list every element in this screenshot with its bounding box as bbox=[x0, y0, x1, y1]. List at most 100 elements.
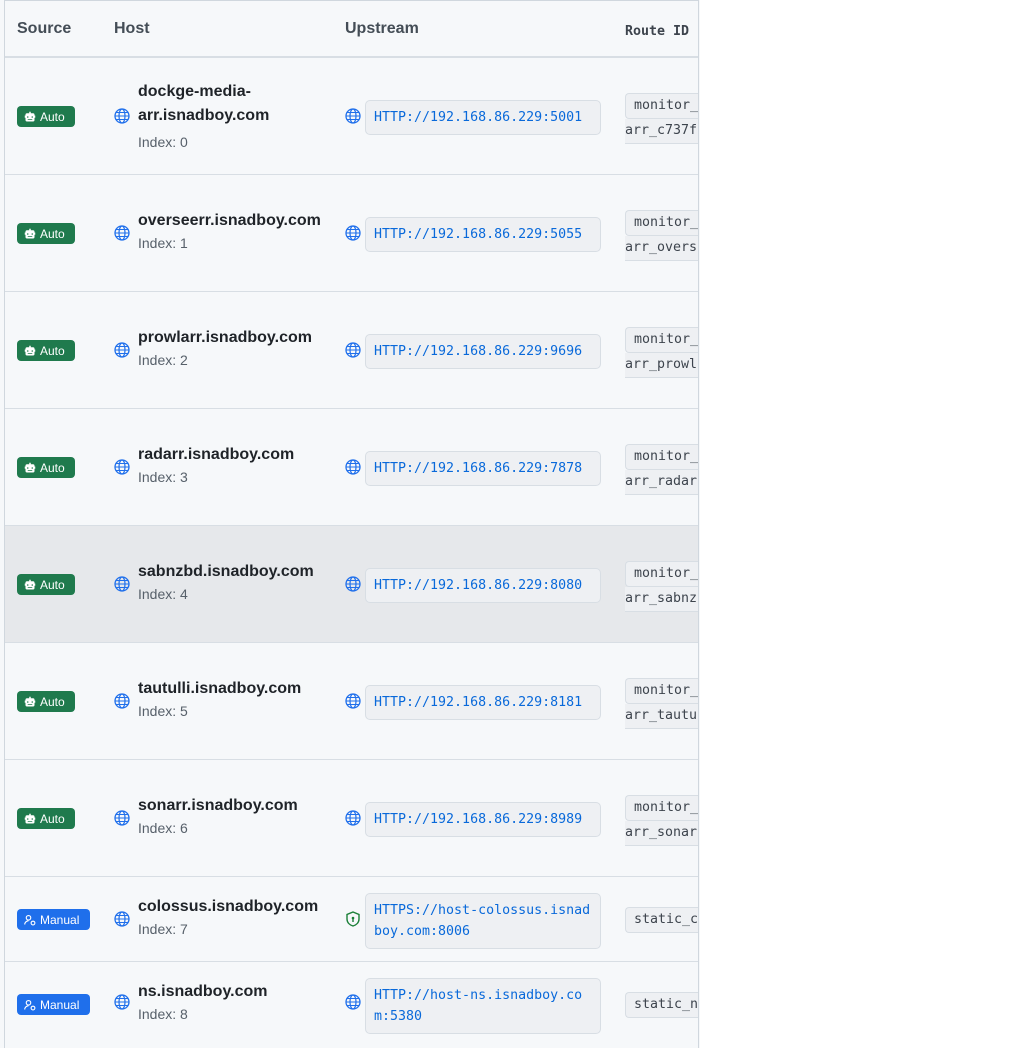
host-name-line: tautulli.isnadboy.com bbox=[138, 680, 302, 697]
column-header-upstream[interactable]: Upstream bbox=[345, 20, 419, 38]
globe-icon bbox=[345, 810, 361, 826]
robot-icon bbox=[24, 228, 36, 238]
route-id: monitor_ arr_sonar bbox=[625, 795, 698, 846]
route-id-line: arr_overs bbox=[625, 236, 698, 261]
shield-icon bbox=[346, 911, 360, 927]
host-index: Index: 0 bbox=[138, 134, 188, 150]
globe-icon bbox=[345, 225, 361, 241]
table-row[interactable]: Auto radarr.isnadboy.com Index: 3 HTTP:/… bbox=[5, 409, 698, 526]
source-badge-auto: Auto bbox=[17, 340, 75, 361]
host-name-line: radarr.isnadboy.com bbox=[138, 446, 295, 463]
globe-icon bbox=[114, 994, 130, 1010]
route-id-line: arr_sabnz bbox=[625, 587, 698, 612]
globe-icon bbox=[114, 576, 130, 592]
route-id-line: monitor_ bbox=[625, 795, 698, 821]
badge-label: Auto bbox=[40, 109, 65, 124]
empty-area bbox=[700, 0, 1028, 1048]
route-id: monitor_ arr_prowl bbox=[625, 327, 698, 378]
globe-icon bbox=[114, 108, 130, 124]
host-name-line: ns.isnadboy.com bbox=[138, 983, 268, 1000]
host-name: tautulli.isnadboy.com Index: 5 bbox=[138, 677, 328, 721]
host-name: sonarr.isnadboy.com Index: 6 bbox=[138, 794, 328, 838]
route-id-line: monitor_ bbox=[625, 561, 698, 587]
host-name: sabnzbd.isnadboy.com Index: 4 bbox=[138, 560, 328, 604]
globe-icon bbox=[114, 911, 130, 927]
table-row[interactable]: Auto tautulli.isnadboy.com Index: 5 HTTP… bbox=[5, 643, 698, 760]
route-id-line: arr_radar bbox=[625, 470, 698, 495]
host-index: Index: 2 bbox=[138, 352, 188, 368]
globe-icon bbox=[345, 459, 361, 475]
column-header-route-id[interactable]: Route ID bbox=[625, 20, 689, 44]
badge-label: Auto bbox=[40, 577, 65, 592]
badge-label: Manual bbox=[40, 912, 80, 927]
route-id-line: monitor_ bbox=[625, 210, 698, 236]
host-name-line: prowlarr.isnadboy.com bbox=[138, 329, 312, 346]
upstream-url[interactable]: HTTP://192.168.86.229:8989 bbox=[365, 802, 601, 837]
table-row[interactable]: Auto dockge-media- arr.isnadboy.com Inde… bbox=[5, 58, 698, 175]
host-name-line: sonarr.isnadboy.com bbox=[138, 797, 298, 814]
table-row[interactable]: Auto overseerr.isnadboy.com Index: 1 HTT… bbox=[5, 175, 698, 292]
globe-icon bbox=[114, 225, 130, 241]
host-name-line: dockge-media- bbox=[138, 83, 251, 100]
column-header-host[interactable]: Host bbox=[114, 20, 150, 38]
globe-icon bbox=[114, 459, 130, 475]
route-id-line: arr_prowl bbox=[625, 353, 698, 378]
source-badge-auto: Auto bbox=[17, 106, 75, 127]
host-index: Index: 7 bbox=[138, 921, 188, 937]
upstream-url[interactable]: HTTP://host-ns.isnadboy.com:5380 bbox=[365, 978, 601, 1034]
upstream-url[interactable]: HTTPS://host-colossus.isnadboy.com:8006 bbox=[365, 893, 601, 949]
badge-label: Auto bbox=[40, 226, 65, 241]
source-badge-auto: Auto bbox=[17, 457, 75, 478]
upstream-url[interactable]: HTTP://192.168.86.229:9696 bbox=[365, 334, 601, 369]
badge-label: Auto bbox=[40, 811, 65, 826]
host-name-line: colossus.isnadboy.com bbox=[138, 898, 319, 915]
source-badge-manual: Manual bbox=[17, 909, 90, 930]
host-name: radarr.isnadboy.com Index: 3 bbox=[138, 443, 328, 487]
host-name-line: arr.isnadboy.com bbox=[138, 107, 270, 124]
host-name: overseerr.isnadboy.com Index: 1 bbox=[138, 209, 328, 253]
robot-icon bbox=[24, 813, 36, 823]
globe-icon bbox=[114, 810, 130, 826]
user-gear-icon bbox=[24, 999, 36, 1010]
table-row[interactable]: Auto prowlarr.isnadboy.com Index: 2 HTTP… bbox=[5, 292, 698, 409]
host-name-line: sabnzbd.isnadboy.com bbox=[138, 563, 314, 580]
upstream-url[interactable]: HTTP://192.168.86.229:5001 bbox=[365, 100, 601, 135]
route-id: monitor_ arr_radar bbox=[625, 444, 698, 495]
badge-label: Manual bbox=[40, 997, 80, 1012]
table-row[interactable]: Auto sonarr.isnadboy.com Index: 6 HTTP:/… bbox=[5, 760, 698, 877]
table-row[interactable]: Manual colossus.isnadboy.com Index: 7 HT… bbox=[5, 877, 698, 962]
table-row[interactable]: Manual ns.isnadboy.com Index: 8 HTTP://h… bbox=[5, 962, 698, 1047]
user-gear-icon bbox=[24, 914, 36, 925]
table-header: Source Host Upstream Route ID bbox=[5, 1, 698, 58]
host-name-line: overseerr.isnadboy.com bbox=[138, 212, 321, 229]
host-name: dockge-media- arr.isnadboy.com Index: 0 bbox=[138, 80, 328, 152]
upstream-url[interactable]: HTTP://192.168.86.229:5055 bbox=[365, 217, 601, 252]
route-id-line: monitor_ bbox=[625, 93, 698, 119]
host-name: ns.isnadboy.com Index: 8 bbox=[138, 980, 328, 1024]
robot-icon bbox=[24, 462, 36, 472]
globe-icon bbox=[114, 693, 130, 709]
route-id-line: monitor_ bbox=[625, 444, 698, 470]
source-badge-auto: Auto bbox=[17, 808, 75, 829]
route-id-line: monitor_ bbox=[625, 327, 698, 353]
upstream-url[interactable]: HTTP://192.168.86.229:8181 bbox=[365, 685, 601, 720]
table-row[interactable]: Auto sabnzbd.isnadboy.com Index: 4 HTTP:… bbox=[5, 526, 698, 643]
globe-icon bbox=[114, 342, 130, 358]
globe-icon bbox=[345, 994, 361, 1010]
upstream-url[interactable]: HTTP://192.168.86.229:8080 bbox=[365, 568, 601, 603]
host-index: Index: 6 bbox=[138, 820, 188, 836]
host-index: Index: 1 bbox=[138, 235, 188, 251]
column-header-source[interactable]: Source bbox=[17, 20, 71, 38]
host-index: Index: 4 bbox=[138, 586, 188, 602]
globe-icon bbox=[345, 576, 361, 592]
routes-table: Source Host Upstream Route ID Auto dockg… bbox=[4, 0, 699, 1048]
badge-label: Auto bbox=[40, 343, 65, 358]
route-id-line: arr_c737f bbox=[625, 119, 698, 144]
source-badge-manual: Manual bbox=[17, 994, 90, 1015]
host-index: Index: 3 bbox=[138, 469, 188, 485]
upstream-url[interactable]: HTTP://192.168.86.229:7878 bbox=[365, 451, 601, 486]
route-id: monitor_ arr_sabnz bbox=[625, 561, 698, 612]
host-name: prowlarr.isnadboy.com Index: 2 bbox=[138, 326, 328, 370]
route-id-line: static_n bbox=[625, 992, 698, 1018]
robot-icon bbox=[24, 579, 36, 589]
